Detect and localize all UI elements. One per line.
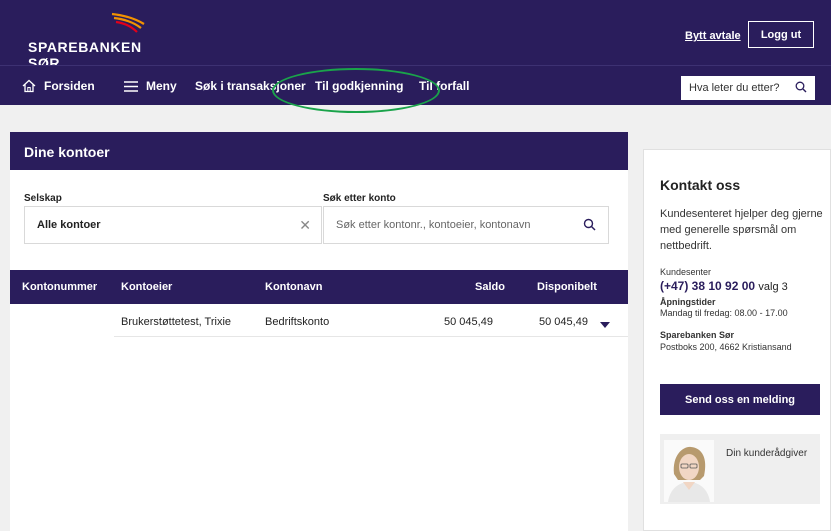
customer-center-label: Kundesenter — [660, 267, 712, 277]
nav-home-label: Forsiden — [44, 79, 95, 93]
top-header: SPAREBANKEN SØR Bytt avtale Logg ut — [0, 0, 831, 71]
global-search-placeholder: Hva leter du etter? — [689, 82, 780, 94]
account-search-placeholder: Søk etter kontonr., kontoeier, kontonavn — [336, 219, 531, 231]
highlight-ellipse — [272, 68, 440, 113]
expand-chevron-icon[interactable] — [600, 319, 610, 331]
logo-swoosh-icon — [111, 12, 145, 33]
home-icon — [22, 79, 36, 93]
search-icon[interactable] — [583, 218, 596, 234]
nav-home[interactable]: Forsiden — [22, 66, 95, 106]
hours-label: Åpningstider — [660, 297, 716, 307]
hours-value: Mandag til fredag: 08.00 - 17.00 — [660, 308, 788, 318]
nav-menu-label: Meny — [146, 79, 177, 93]
col-owner[interactable]: Kontoeier — [121, 281, 172, 293]
company-value: Alle kontoer — [37, 219, 101, 231]
advisor-label: Din kunderådgiver — [726, 448, 808, 459]
col-account-number[interactable]: Kontonummer — [22, 281, 97, 293]
advisor-avatar — [664, 440, 714, 502]
company-select[interactable]: Alle kontoer ✕ — [24, 206, 322, 244]
row-available: 50 045,49 — [539, 316, 588, 328]
account-search-input[interactable]: Søk etter kontonr., kontoeier, kontonavn — [323, 206, 609, 244]
bank-name: Sparebanken Sør — [660, 330, 735, 340]
row-owner: Brukerstøttetest, Trixie — [121, 316, 232, 328]
advisor-card[interactable]: Din kunderådgiver — [660, 434, 820, 504]
phone-number: (+47) 38 10 92 00 — [660, 279, 756, 293]
brand-logo[interactable]: SPAREBANKEN SØR — [28, 10, 178, 71]
row-balance: 50 045,49 — [444, 316, 493, 328]
contact-title: Kontakt oss — [660, 177, 741, 193]
clear-icon[interactable]: ✕ — [299, 217, 311, 234]
accounts-title: Dine kontoer — [10, 132, 628, 170]
accounts-panel: Dine kontoer Selskap Alle kontoer ✕ Søk … — [10, 132, 628, 531]
logout-button[interactable]: Logg ut — [748, 21, 814, 48]
company-label: Selskap — [24, 193, 62, 204]
account-search-label: Søk etter konto — [323, 193, 396, 204]
table-row[interactable]: Brukerstøttetest, Trixie Bedriftskonto 5… — [114, 304, 628, 337]
phone-suffix: valg 3 — [758, 281, 788, 293]
row-account-name: Bedriftskonto — [265, 316, 330, 328]
search-icon[interactable] — [795, 81, 807, 96]
nav-menu[interactable]: Meny — [124, 66, 177, 106]
col-balance[interactable]: Saldo — [475, 281, 505, 293]
contact-phone[interactable]: (+47) 38 10 92 00 valg 3 — [660, 279, 788, 293]
contact-description: Kundesenteret hjelper deg gjerne med gen… — [660, 208, 823, 252]
switch-agreement-link[interactable]: Bytt avtale — [685, 30, 741, 42]
global-search-input[interactable]: Hva leter du etter? — [681, 76, 815, 100]
app-window: SPAREBANKEN SØR Bytt avtale Logg ut Fors… — [0, 0, 831, 531]
accounts-table-header: Kontonummer Kontoeier Kontonavn Saldo Di… — [10, 270, 628, 304]
send-message-button[interactable]: Send oss en melding — [660, 384, 820, 415]
contact-panel: Kontakt oss Kundesenteret hjelper deg gj… — [643, 149, 831, 531]
col-available[interactable]: Disponibelt — [537, 281, 597, 293]
bank-address: Postboks 200, 4662 Kristiansand — [660, 342, 792, 352]
col-account-name[interactable]: Kontonavn — [265, 281, 322, 293]
hamburger-icon — [124, 80, 138, 92]
